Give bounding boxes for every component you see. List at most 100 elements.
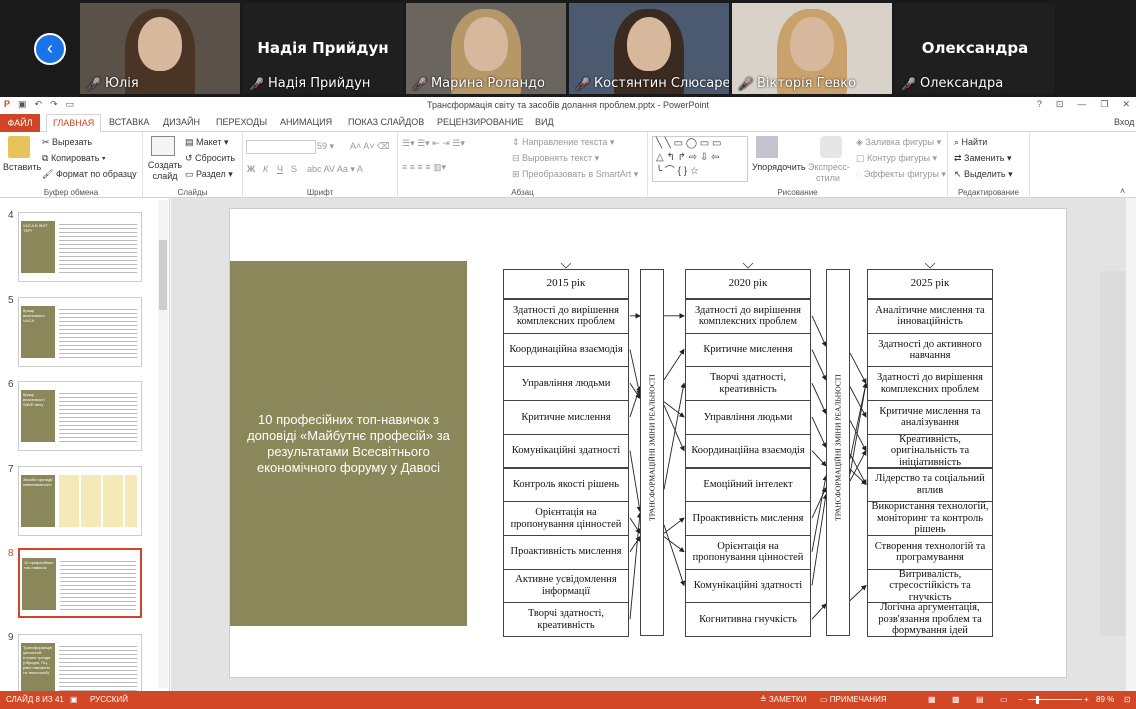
skill-cell[interactable]: Контроль якості рішень <box>503 467 629 503</box>
italic-button[interactable]: К <box>263 164 268 174</box>
tab-insert[interactable]: ВСТАВКА <box>109 117 149 127</box>
reading-view-icon[interactable]: ▤ <box>976 695 984 704</box>
canvas-scrollbar[interactable] <box>1126 198 1136 691</box>
skill-cell[interactable]: Проактивність мислення <box>503 534 629 570</box>
participant-tile[interactable]: Олександра 🎤̸ Олександра <box>895 3 1055 94</box>
skill-cell[interactable]: Критичне мислення <box>503 400 629 435</box>
zoom-slider-thumb[interactable] <box>1036 696 1039 704</box>
slide-thumbnail[interactable]: Засоби протидії невизначеності <box>18 466 142 536</box>
skill-cell[interactable]: Орієнтація на пропонування цінностей <box>685 534 811 570</box>
skill-cell[interactable]: Створення технологій та програмування <box>867 534 993 570</box>
skill-cell[interactable]: Управління людьми <box>503 366 629 402</box>
tab-design[interactable]: ДИЗАЙН <box>163 117 200 127</box>
ribbon-options-icon[interactable]: ⊡ <box>1056 99 1064 110</box>
skill-cell[interactable]: Здатності до вирішення комплексних пробл… <box>867 366 993 402</box>
skill-cell[interactable]: Логічна аргументація, розв'язання пробле… <box>867 602 993 637</box>
skill-cell[interactable]: Здатності до вирішення комплексних пробл… <box>685 299 811 334</box>
thumbnails-scrollbar[interactable] <box>158 200 168 688</box>
skill-cell[interactable]: Творчі здатності, креативність <box>503 602 629 637</box>
bold-button[interactable]: Ж <box>247 164 255 174</box>
comments-button[interactable]: ▭ ПРИМЕЧАНИЯ <box>820 695 887 704</box>
font-family-select[interactable] <box>246 140 316 154</box>
text-direction-button[interactable]: ⇕ Направление текста ▾ <box>512 137 614 148</box>
smartart-button[interactable]: ⊞ Преобразовать в SmartArt ▾ <box>512 169 638 180</box>
tab-view[interactable]: ВИД <box>535 117 554 127</box>
help-button[interactable]: ? <box>1037 99 1042 110</box>
section-button[interactable]: ▭ Раздел ▾ <box>185 169 233 180</box>
skill-cell[interactable]: Використання технологій, моніторинг та к… <box>867 501 993 536</box>
zoom-in-button[interactable]: + <box>1084 695 1089 704</box>
quick-styles-button[interactable]: Экспресс-стили <box>808 162 850 184</box>
restore-icon[interactable]: ❐ <box>1100 99 1108 110</box>
align-text-button[interactable]: ⊟ Выровнять текст ▾ <box>512 153 599 164</box>
skill-cell[interactable]: Здатності до вирішення комплексних пробл… <box>503 299 629 334</box>
arrange-icon[interactable] <box>756 136 778 158</box>
participant-tile[interactable]: 🎤̸ Юлія <box>80 3 240 94</box>
collapse-ribbon-icon[interactable]: ˄ <box>1120 186 1125 196</box>
skill-cell[interactable]: Когнитивна гнучкість <box>685 602 811 637</box>
paste-icon[interactable] <box>8 136 30 158</box>
skill-cell[interactable]: Критичне мислення та аналізування <box>867 400 993 435</box>
skill-cell[interactable]: Здатності до активного навчання <box>867 332 993 368</box>
slide-thumbnail[interactable]: VUCA В ЖИТ ТЕРІ <box>18 212 142 282</box>
participant-tile[interactable]: 🎤̸ Вікторія Гевко <box>732 3 892 94</box>
back-arrow-icon[interactable]: ‹ <box>34 33 66 65</box>
shape-effects-button[interactable]: ◌ Эффекты фигуры ▾ <box>856 169 946 180</box>
select-button[interactable]: ↖ Выделить ▾ <box>954 169 1013 180</box>
skill-cell[interactable]: Витривалість, стресостійкість та гнучкіс… <box>867 568 993 604</box>
fit-slide-icon[interactable]: ⊡ <box>1124 695 1131 704</box>
layout-button[interactable]: ▤ Макет ▾ <box>185 137 229 148</box>
skill-cell[interactable]: Орієнтація на пропонування цінностей <box>503 501 629 536</box>
skill-cell[interactable]: Емоційний інтелект <box>685 467 811 503</box>
grow-font-icon[interactable]: A˄ A˅ ⌫ <box>350 141 390 152</box>
participant-tile[interactable]: 🎤̸ Марина Роландо <box>406 3 566 94</box>
cut-button[interactable]: ✂ Вырезать <box>42 137 92 148</box>
skill-cell[interactable]: Аналітичне мислення та інноваційність <box>867 299 993 334</box>
tab-file[interactable]: ФАЙЛ <box>0 114 40 132</box>
bullets-icon[interactable]: ☰▾ ☰▾ ⇤ ⇥ ☰▾ <box>402 138 465 149</box>
shapes-gallery[interactable]: ╲ ╲ ▭ ◯ ▭ ▭ △ ↰ ↱ ⇨ ⇩ ⇦ ╰ ⌒ { } ☆ <box>652 136 748 182</box>
tab-slideshow[interactable]: ПОКАЗ СЛАЙДОВ <box>348 117 424 127</box>
underline-button[interactable]: Ч <box>277 164 283 174</box>
skill-cell[interactable]: Лідерство та соціальний вплив <box>867 467 993 503</box>
participant-tile[interactable]: Надія Прийдун 🎤̸ Надія Прийдун <box>243 3 403 94</box>
copy-button[interactable]: ⧉ Копировать ▾ <box>42 153 106 164</box>
spellcheck-icon[interactable]: ▣ <box>70 695 78 704</box>
slide-thumbnail-selected[interactable]: 10 професійних топ-навичок <box>18 548 142 618</box>
skill-cell[interactable]: Координаційна взаємодія <box>685 433 811 469</box>
skill-cell[interactable]: Критичне мислення <box>685 332 811 368</box>
new-slide-button[interactable]: Создать слайд <box>147 160 183 182</box>
arrange-button[interactable]: Упорядочить <box>752 162 806 172</box>
skill-cell[interactable]: Творчі здатності, креативність <box>685 366 811 402</box>
zoom-level[interactable]: 89 % <box>1096 695 1114 704</box>
reset-button[interactable]: ↺ Сбросить <box>185 153 235 164</box>
format-painter-button[interactable]: 🖌 Формат по образцу <box>42 169 137 180</box>
tab-review[interactable]: РЕЦЕНЗИРОВАНИЕ <box>437 117 524 127</box>
close-icon[interactable]: ✕ <box>1122 99 1130 110</box>
minimize-icon[interactable]: — <box>1077 99 1086 110</box>
align-icon[interactable]: ≡ ≡ ≡ ≡ ▥▾ <box>402 162 446 173</box>
quick-styles-icon[interactable] <box>820 136 842 158</box>
replace-button[interactable]: ⇄ Заменить ▾ <box>954 153 1012 164</box>
skill-cell[interactable]: Креативність, оригінальність та ініціати… <box>867 433 993 469</box>
tab-animation[interactable]: АНИМАЦИЯ <box>280 117 332 127</box>
slide-sorter-icon[interactable]: ▩ <box>952 695 960 704</box>
paste-button[interactable]: Вставить <box>3 162 41 172</box>
shape-fill-button[interactable]: ◈ Заливка фигуры ▾ <box>856 137 941 148</box>
new-slide-icon[interactable] <box>151 136 175 156</box>
slide-thumbnail[interactable]: Трансформація цінностей: головні тренди … <box>18 634 142 691</box>
font-color-icon[interactable]: abc AV Aa ▾ A <box>307 164 363 175</box>
slide-thumbnail[interactable]: Кращі властивості VUCA <box>18 297 142 367</box>
zoom-out-button[interactable]: − <box>1018 695 1023 704</box>
shadow-button[interactable]: S <box>291 164 297 174</box>
normal-view-icon[interactable]: ▦ <box>928 695 936 704</box>
skill-cell[interactable]: Управління людьми <box>685 400 811 435</box>
skill-cell[interactable]: Проактивність мислення <box>685 501 811 536</box>
tab-home[interactable]: ГЛАВНАЯ <box>46 114 102 133</box>
slide-thumbnail[interactable]: Кращі властивості SAVE світу <box>18 381 142 451</box>
language-indicator[interactable]: РУССКИЙ <box>90 695 128 704</box>
shape-outline-button[interactable]: ▢ Контур фигуры ▾ <box>856 153 937 164</box>
skill-cell[interactable]: Координаційна взаємодія <box>503 332 629 368</box>
tab-transitions[interactable]: ПЕРЕХОДЫ <box>216 117 267 127</box>
participant-tile[interactable]: 🎤̸Костянтин Слюсарен... <box>569 3 729 94</box>
